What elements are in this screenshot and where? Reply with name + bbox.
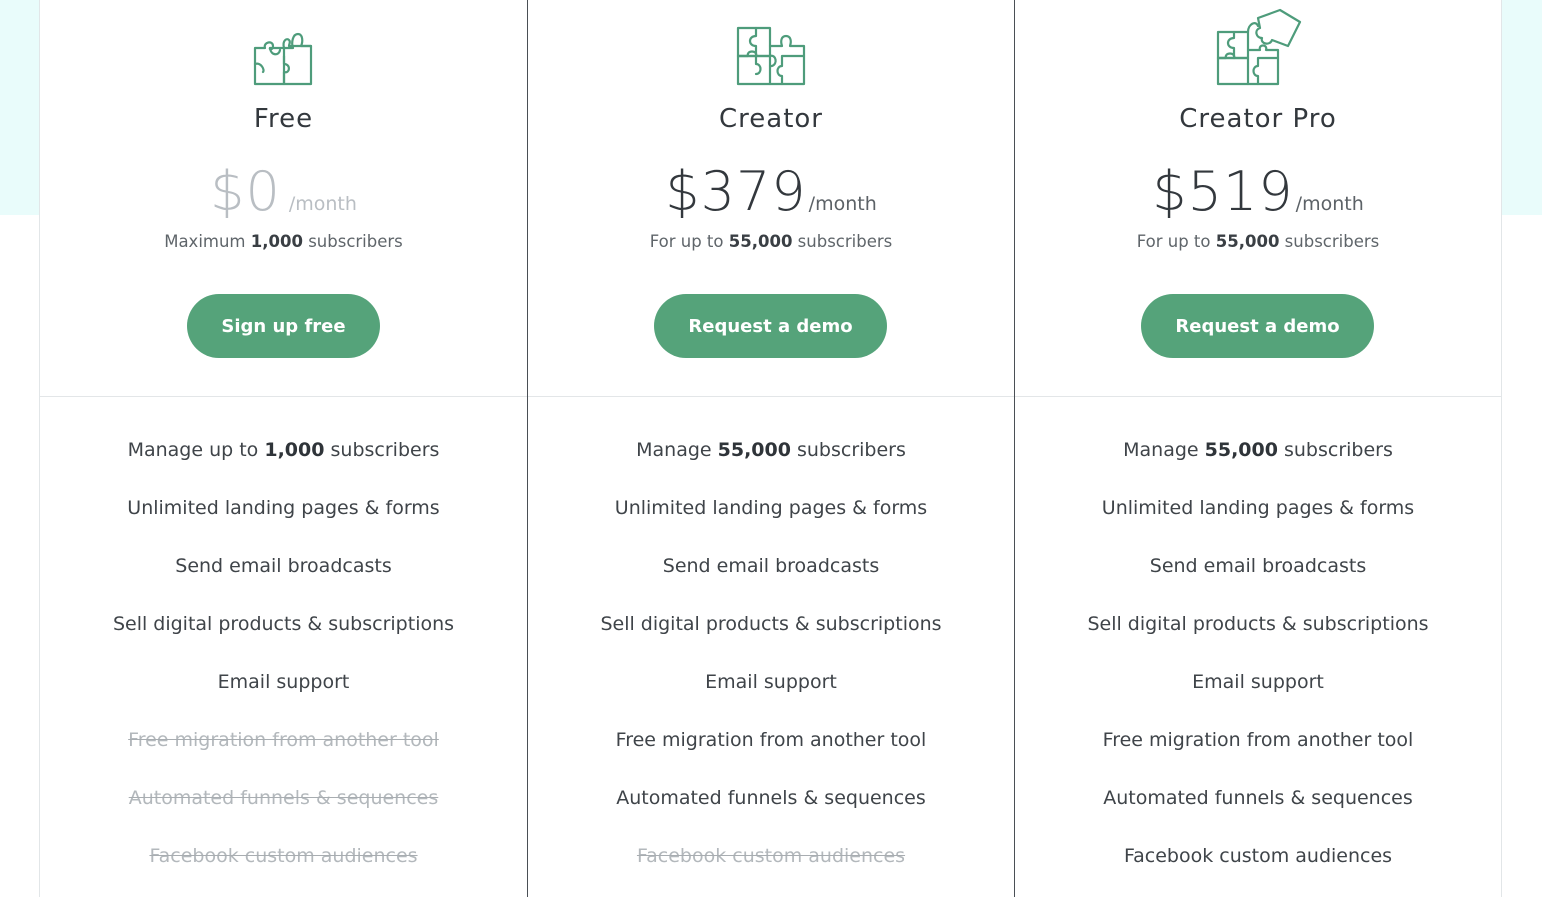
feature-text: Send email broadcasts xyxy=(175,555,392,577)
feature-text: Unlimited landing pages & forms xyxy=(614,497,928,519)
plan-name: Creator xyxy=(719,104,823,134)
price-row: $0 /month xyxy=(40,160,527,223)
feature-text: Manage xyxy=(1123,439,1205,461)
feature-text: Send email broadcasts xyxy=(1149,555,1367,577)
limit-value: 55,000 xyxy=(728,232,793,251)
feature-item: Send email broadcasts xyxy=(528,555,1014,577)
feature-item: Send email broadcasts xyxy=(1015,555,1501,577)
price-period: /month xyxy=(808,193,877,215)
plan-header: Creator Pro $519 /month For up to 55,000… xyxy=(1015,0,1501,397)
plan-name: Free xyxy=(253,104,314,134)
plan-header: Free $0 /month Maximum 1,000 subscribers… xyxy=(40,0,527,397)
feature-text: Facebook custom audiences xyxy=(1123,845,1393,867)
feature-text: Facebook custom audiences xyxy=(636,845,906,867)
feature-text: Automated funnels & sequences xyxy=(616,787,926,809)
puzzle-two-pieces-icon xyxy=(253,32,312,86)
feature-text: Sell digital products & subscriptions xyxy=(1087,613,1429,635)
subscriber-limit: Maximum 1,000 subscribers xyxy=(40,232,527,251)
feature-item: Free migration from another tool xyxy=(1015,729,1501,751)
feature-text: Automated funnels & sequences xyxy=(128,787,439,809)
feature-text: subscribers xyxy=(790,439,906,461)
feature-highlight: 1,000 xyxy=(264,439,325,461)
feature-item: Email support xyxy=(1015,671,1501,693)
price-row: $519 /month xyxy=(1015,160,1501,223)
feature-item-unavailable: Facebook custom audiences xyxy=(40,845,527,867)
feature-item: Sell digital products & subscriptions xyxy=(528,613,1014,635)
feature-item-unavailable: Automated funnels & sequences xyxy=(40,787,527,809)
feature-item: Unlimited landing pages & forms xyxy=(40,497,527,519)
feature-text: Automated funnels & sequences xyxy=(1103,787,1413,809)
limit-value: 1,000 xyxy=(250,232,303,251)
feature-item: Manage 55,000 subscribers xyxy=(528,439,1014,461)
feature-text: Sell digital products & subscriptions xyxy=(112,613,455,635)
pricing-table: Free $0 /month Maximum 1,000 subscribers… xyxy=(39,0,1502,897)
feature-item: Unlimited landing pages & forms xyxy=(528,497,1014,519)
feature-item-unavailable: Free migration from another tool xyxy=(40,729,527,751)
puzzle-four-pieces-icon xyxy=(736,26,806,86)
feature-item: Manage up to 1,000 subscribers xyxy=(40,439,527,461)
feature-item: Automated funnels & sequences xyxy=(1015,787,1501,809)
feature-text: Sell digital products & subscriptions xyxy=(600,613,942,635)
plan-name: Creator Pro xyxy=(1179,104,1337,134)
feature-highlight: 55,000 xyxy=(717,439,791,461)
limit-suffix: subscribers xyxy=(1279,232,1380,251)
feature-item: Send email broadcasts xyxy=(40,555,527,577)
sign-up-free-button[interactable]: Sign up free xyxy=(187,294,380,358)
limit-prefix: For up to xyxy=(1136,232,1216,251)
plan-header: Creator $379 /month For up to 55,000 sub… xyxy=(528,0,1014,397)
feature-highlight: 55,000 xyxy=(1204,439,1278,461)
feature-text: Manage xyxy=(636,439,718,461)
feature-item: Sell digital products & subscriptions xyxy=(1015,613,1501,635)
feature-text: Email support xyxy=(705,671,837,693)
request-demo-button[interactable]: Request a demo xyxy=(654,294,887,358)
feature-item: Email support xyxy=(528,671,1014,693)
price: $519 xyxy=(1152,160,1294,223)
price-row: $379 /month xyxy=(528,160,1014,223)
limit-value: 55,000 xyxy=(1215,232,1280,251)
plan-card-creator: Creator $379 /month For up to 55,000 sub… xyxy=(527,0,1014,897)
limit-prefix: Maximum xyxy=(164,232,251,251)
feature-text: subscribers xyxy=(1277,439,1393,461)
feature-text: Facebook custom audiences xyxy=(149,845,418,867)
feature-text: Unlimited landing pages & forms xyxy=(127,497,440,519)
price: $379 xyxy=(665,160,807,223)
feature-text: Free migration from another tool xyxy=(1102,729,1414,751)
feature-item: Manage 55,000 subscribers xyxy=(1015,439,1501,461)
puzzle-five-pieces-icon xyxy=(1216,8,1302,86)
feature-item: Sell digital products & subscriptions xyxy=(40,613,527,635)
price: $0 xyxy=(210,160,281,223)
plan-card-free: Free $0 /month Maximum 1,000 subscribers… xyxy=(40,0,527,897)
feature-text: Email support xyxy=(217,671,350,693)
feature-item: Unlimited landing pages & forms xyxy=(1015,497,1501,519)
feature-item: Automated funnels & sequences xyxy=(528,787,1014,809)
plan-card-creator-pro: Creator Pro $519 /month For up to 55,000… xyxy=(1014,0,1501,897)
feature-text: Manage up to xyxy=(127,439,265,461)
feature-text: Send email broadcasts xyxy=(662,555,880,577)
limit-suffix: subscribers xyxy=(302,232,403,251)
feature-item: Email support xyxy=(40,671,527,693)
feature-item: Facebook custom audiences xyxy=(1015,845,1501,867)
request-demo-button[interactable]: Request a demo xyxy=(1141,294,1374,358)
feature-text: Email support xyxy=(1192,671,1324,693)
subscriber-limit: For up to 55,000 subscribers xyxy=(528,232,1014,251)
price-period: /month xyxy=(1295,193,1364,215)
feature-text: subscribers xyxy=(324,439,440,461)
subscriber-limit: For up to 55,000 subscribers xyxy=(1015,232,1501,251)
feature-item-unavailable: Facebook custom audiences xyxy=(528,845,1014,867)
feature-item: Free migration from another tool xyxy=(528,729,1014,751)
feature-text: Free migration from another tool xyxy=(128,729,439,751)
price-period: /month xyxy=(288,193,357,215)
feature-text: Unlimited landing pages & forms xyxy=(1101,497,1415,519)
feature-text: Free migration from another tool xyxy=(615,729,927,751)
limit-suffix: subscribers xyxy=(792,232,893,251)
limit-prefix: For up to xyxy=(649,232,729,251)
